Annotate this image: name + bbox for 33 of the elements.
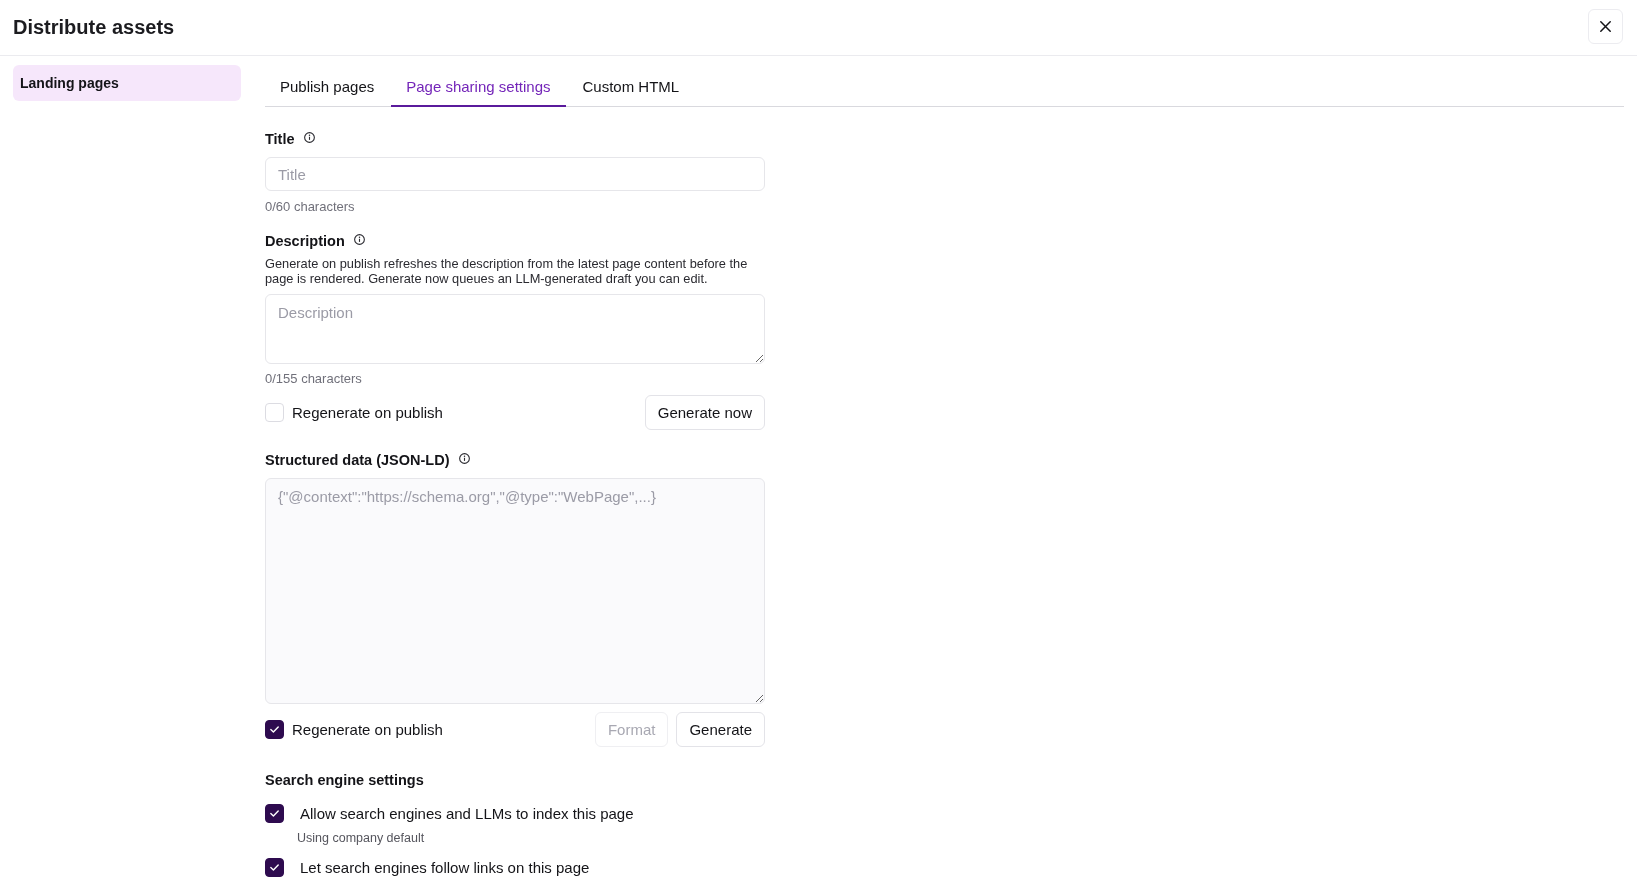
character-counter: 0/155 characters [265,371,363,387]
checkbox[interactable] [265,858,284,877]
tab[interactable]: Page sharing settings [391,65,566,107]
info-icon [458,452,470,464]
field-label: Title [265,131,295,147]
info-icon [353,233,365,245]
check-icon [270,726,279,733]
check-icon [270,810,279,817]
checkbox-label: Let search engines follow links on this page [300,859,590,876]
checkbox[interactable] [265,720,284,739]
json-ld-textarea[interactable]: {"@context":"https://schema.org","@type":"WebPage",...} [265,478,765,704]
checkbox-label: Regenerate on publish [292,404,443,421]
generate-button[interactable]: Generate [676,712,765,747]
field-label: Structured data (JSON-LD) [265,452,450,468]
description-textarea[interactable]: Description [265,294,765,364]
tab[interactable]: Publish pages [265,65,390,107]
info-icon [303,131,315,143]
field-label: Description [265,233,345,249]
checkbox-label: Allow search engines and LLMs to index this page [300,805,634,822]
option-note: Using company default [297,830,426,846]
sidebar-item[interactable]: Landing pages [13,65,241,101]
section-heading: Search engine settings [265,772,424,788]
dialog-title: Distribute assets [13,16,175,39]
tab[interactable]: Custom HTML [567,65,695,107]
generate-now-button[interactable]: Generate now [644,395,765,430]
character-counter: 0/60 characters [265,199,356,215]
checkbox[interactable] [265,804,284,823]
help-text: Generate on publish refreshes the description from the latest page content before the page is rendered. Generate now queues an LLM-generated draft you can edit. [265,257,749,286]
close-icon [1600,20,1611,32]
title-input[interactable]: Title [265,157,765,191]
close-button[interactable] [1588,8,1623,44]
check-icon [270,864,279,871]
checkbox-label: Regenerate on publish [292,721,443,738]
